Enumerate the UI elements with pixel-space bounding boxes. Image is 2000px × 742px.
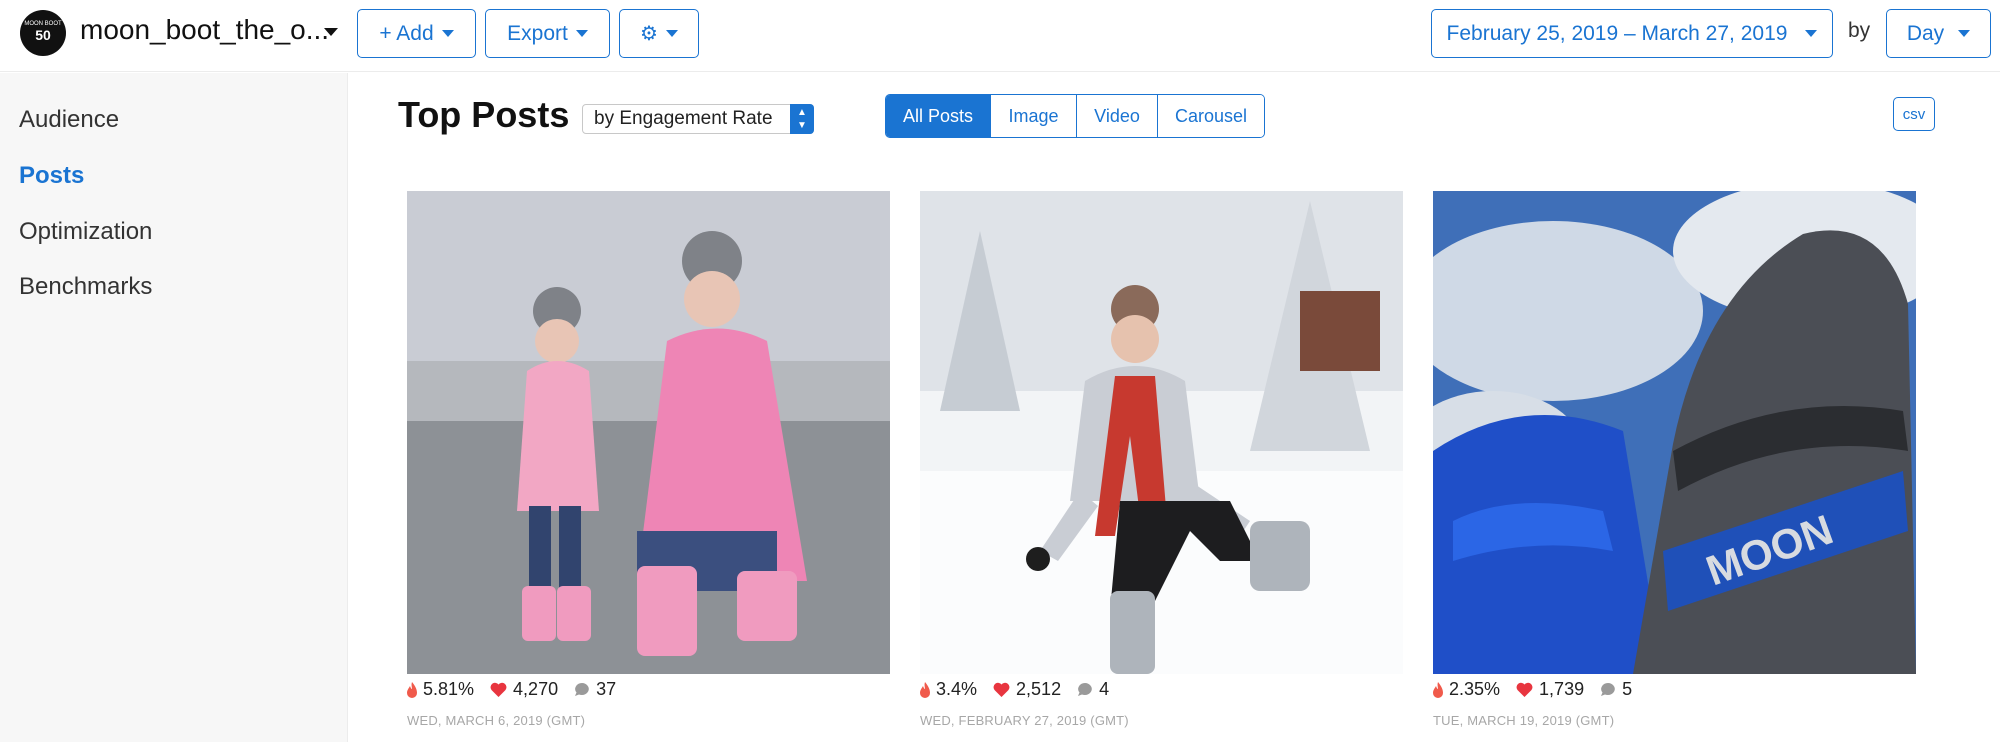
by-label: by xyxy=(1848,19,1871,42)
sidebar-item-audience[interactable]: Audience xyxy=(19,106,119,134)
filter-image[interactable]: Image xyxy=(991,95,1077,137)
comments-value: 4 xyxy=(1099,679,1110,699)
filter-video[interactable]: Video xyxy=(1077,95,1158,137)
interval-label: Day xyxy=(1906,21,1945,45)
chevron-down-icon xyxy=(575,30,588,37)
csv-export-button[interactable]: csv xyxy=(1893,97,1935,131)
post-date: WED, FEBRUARY 27, 2019 (GMT) xyxy=(920,713,1129,728)
comments-stat: 4 xyxy=(1077,679,1109,700)
post-card: 3.4% 2,512 4 WED, FEBRUARY 27, 2019 (GMT… xyxy=(920,191,1403,728)
heart-icon xyxy=(1516,682,1533,697)
filter-all-posts[interactable]: All Posts xyxy=(886,95,991,137)
filter-carousel[interactable]: Carousel xyxy=(1158,95,1264,137)
heart-icon xyxy=(993,682,1010,697)
interval-select[interactable]: Day xyxy=(1886,9,1991,58)
post-image[interactable] xyxy=(407,191,890,674)
account-chevron-down-icon[interactable] xyxy=(324,28,338,36)
post-date: WED, MARCH 6, 2019 (GMT) xyxy=(407,713,586,728)
post-type-filter: All Posts Image Video Carousel xyxy=(885,94,1265,138)
sort-select-value: by Engagement Rate xyxy=(594,108,773,129)
comments-stat: 5 xyxy=(1600,679,1632,700)
chevron-down-icon xyxy=(441,30,454,37)
engagement-rate-value: 5.81% xyxy=(423,679,475,699)
likes-value: 4,270 xyxy=(513,679,559,699)
chevron-down-icon xyxy=(1805,30,1818,37)
flame-icon xyxy=(407,681,417,698)
account-name[interactable]: moon_boot_the_o... xyxy=(80,14,329,46)
post-stats: 2.35% 1,739 5 xyxy=(1433,679,1648,700)
gear-icon: ⚙ xyxy=(640,22,658,45)
flame-icon xyxy=(1433,681,1443,698)
post-stats: 3.4% 2,512 4 xyxy=(920,679,1125,700)
post-image[interactable]: MOON xyxy=(1433,191,1916,674)
likes-stat: 4,270 xyxy=(490,679,558,700)
heart-icon xyxy=(490,682,507,697)
engagement-rate-value: 2.35% xyxy=(1449,679,1501,699)
post-image[interactable] xyxy=(920,191,1403,674)
engagement-rate-stat: 3.4% xyxy=(920,679,977,700)
post-stats: 5.81% 4,270 37 xyxy=(407,679,632,700)
engagement-rate-stat: 2.35% xyxy=(1433,679,1500,700)
top-bar: MOON BOOT 50 moon_boot_the_o... + Add Ex… xyxy=(0,0,2000,72)
engagement-rate-stat: 5.81% xyxy=(407,679,474,700)
comments-value: 5 xyxy=(1622,679,1633,699)
add-button-label: + Add xyxy=(379,21,434,45)
chevron-down-icon xyxy=(665,30,678,37)
sidebar-item-posts[interactable]: Posts xyxy=(19,162,84,190)
comments-stat: 37 xyxy=(574,679,616,700)
likes-stat: 1,739 xyxy=(1516,679,1584,700)
comment-icon xyxy=(1601,683,1615,696)
comment-icon xyxy=(1078,683,1092,696)
sidebar: Audience Posts Optimization Benchmarks xyxy=(0,73,348,742)
add-button[interactable]: + Add xyxy=(357,9,476,58)
date-range-picker[interactable]: February 25, 2019 – March 27, 2019 xyxy=(1431,9,1833,58)
sidebar-item-optimization[interactable]: Optimization xyxy=(19,218,152,246)
settings-button[interactable]: ⚙ xyxy=(619,9,699,58)
date-range-label: February 25, 2019 – March 27, 2019 xyxy=(1446,21,1788,45)
likes-stat: 2,512 xyxy=(993,679,1061,700)
comment-icon xyxy=(575,683,589,696)
likes-value: 1,739 xyxy=(1539,679,1585,699)
export-button[interactable]: Export xyxy=(485,9,610,58)
chevron-down-icon xyxy=(1958,30,1971,37)
post-date: TUE, MARCH 19, 2019 (GMT) xyxy=(1433,713,1615,728)
sidebar-item-benchmarks[interactable]: Benchmarks xyxy=(19,273,152,301)
sort-select[interactable]: by Engagement Rate ▲ ▼ xyxy=(582,104,814,134)
select-arrows-icon: ▲ ▼ xyxy=(790,104,814,134)
flame-icon xyxy=(920,681,930,698)
logo-text-big: 50 xyxy=(35,26,51,43)
engagement-rate-value: 3.4% xyxy=(936,679,978,699)
post-card: MOON 2.35% 1,739 5 TUE, MARCH 19, 2019 (… xyxy=(1433,191,1916,728)
page-title: Top Posts xyxy=(398,94,570,135)
post-card: 5.81% 4,270 37 WED, MARCH 6, 2019 (GMT) xyxy=(407,191,890,728)
likes-value: 2,512 xyxy=(1016,679,1062,699)
comments-value: 37 xyxy=(596,679,617,699)
account-logo[interactable]: MOON BOOT 50 xyxy=(20,10,66,56)
export-button-label: Export xyxy=(507,21,568,45)
